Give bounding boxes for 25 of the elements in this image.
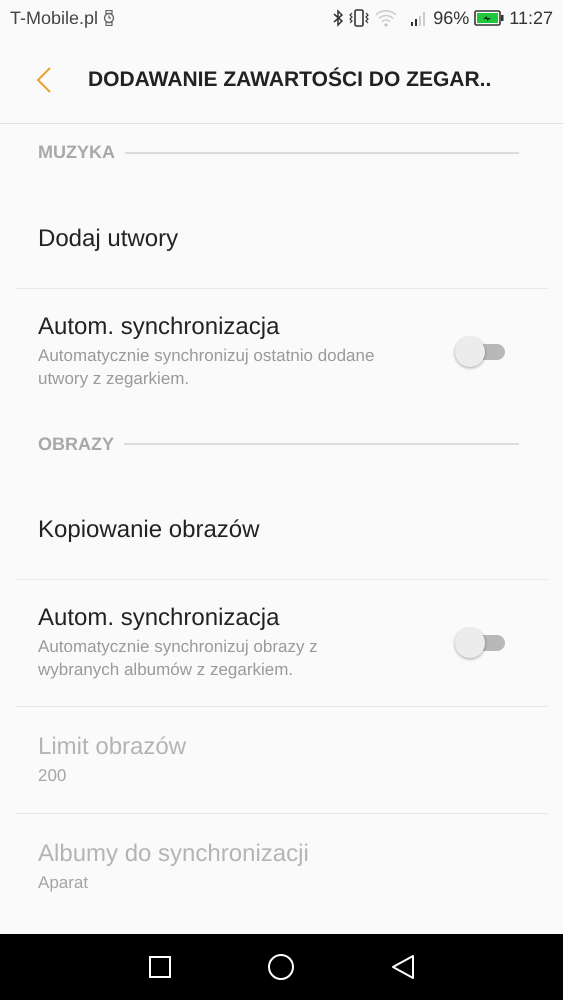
- setting-summary: 200: [38, 764, 68, 787]
- vibrate-icon: [348, 9, 370, 27]
- battery-icon: [474, 10, 504, 26]
- setting-title: Albumy do synchronizacji: [38, 840, 310, 868]
- home-icon[interactable]: [267, 953, 296, 981]
- section-header: MUZYKA: [38, 142, 115, 163]
- setting-title[interactable]: Autom. synchronizacja: [38, 604, 455, 632]
- setting-title[interactable]: Dodaj utwory: [38, 225, 507, 253]
- carrier-name: T-Mobile.pl: [10, 8, 98, 28]
- screen-title: DODAWANIE ZAWARTOŚCI DO ZEGAR..: [88, 68, 492, 92]
- section-header: OBRAZY: [38, 434, 114, 454]
- setting-summary: Automatycznie synchronizuj ostatnio dodane utwory z zegarkiem.: [38, 345, 376, 390]
- clock: 11:27: [509, 8, 553, 28]
- setting-title: Limit obrazów: [38, 732, 188, 761]
- toggle-switch[interactable]: [455, 337, 507, 367]
- setting-summary: Aparat: [38, 872, 90, 894]
- recents-icon[interactable]: [148, 955, 172, 979]
- bluetooth-icon: [333, 9, 344, 27]
- setting-title[interactable]: Autom. synchronizacja: [38, 313, 455, 342]
- setting-summary: Automatycznie synchronizuj obrazy z wybranych albumów z zegarkiem.: [38, 636, 319, 681]
- wifi-icon: [375, 9, 398, 27]
- battery-percentage: 96%: [433, 8, 470, 28]
- watch-icon: [103, 10, 116, 26]
- toggle-switch[interactable]: [455, 628, 507, 658]
- setting-title[interactable]: Kopiowanie obrazów: [38, 516, 507, 544]
